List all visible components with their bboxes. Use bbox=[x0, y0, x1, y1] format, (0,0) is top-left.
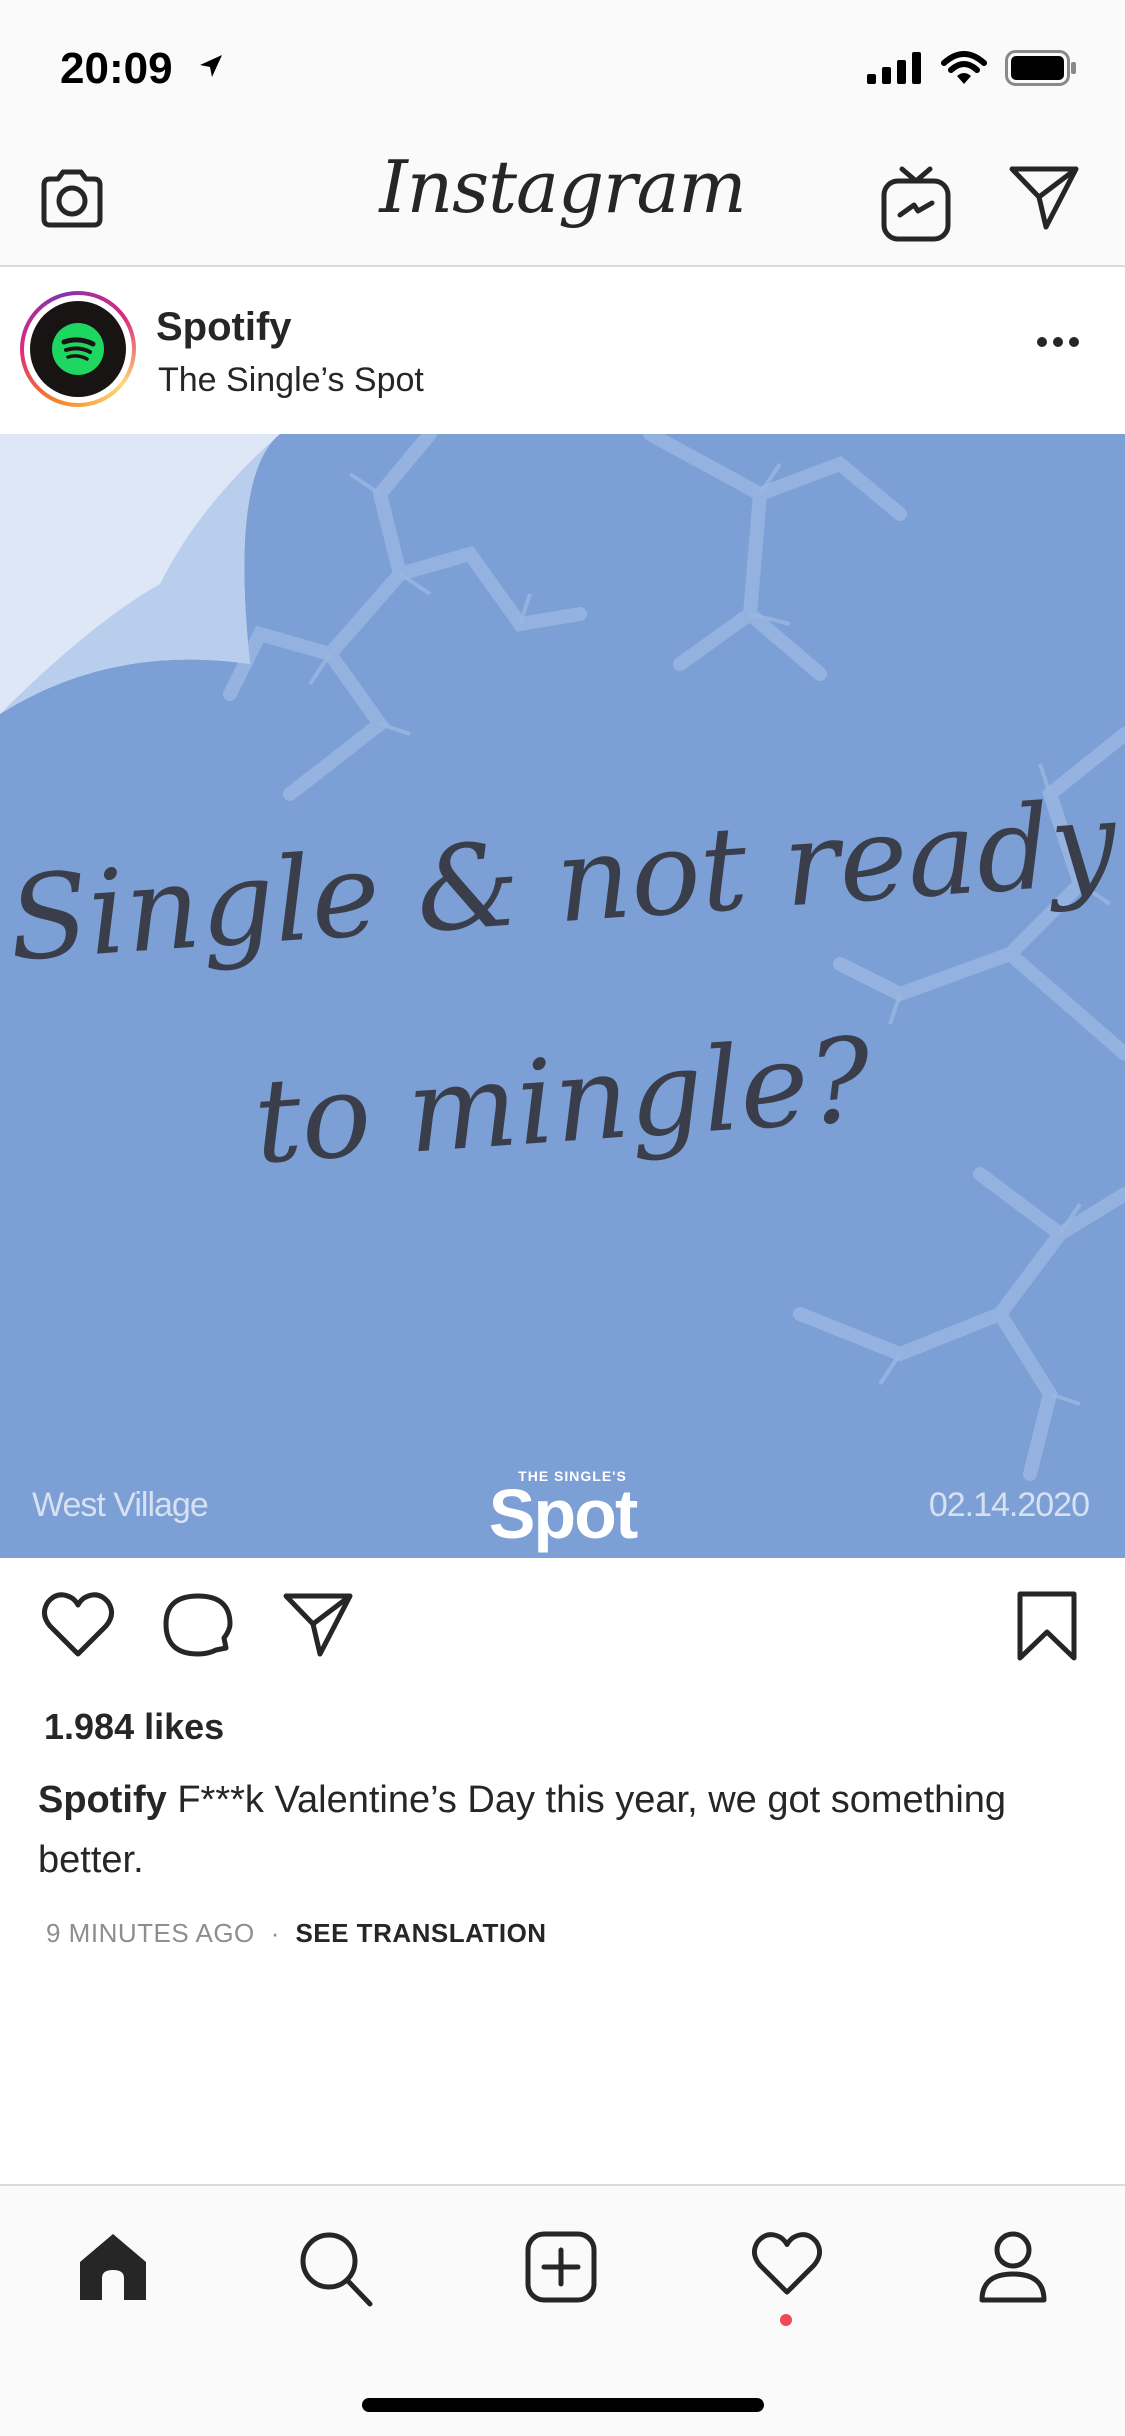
see-translation-link[interactable]: SEE TRANSLATION bbox=[295, 1918, 546, 1949]
instagram-logo: Instagram bbox=[379, 145, 746, 229]
time-ago: 9 MINUTES AGO bbox=[46, 1918, 255, 1948]
share-paper-plane-icon[interactable] bbox=[282, 1590, 354, 1660]
image-date-text: 02.14.2020 bbox=[928, 1486, 1090, 1524]
status-time: 20:09 bbox=[60, 44, 173, 93]
cellular-signal-icon bbox=[867, 52, 921, 84]
bottom-tab-bar bbox=[0, 2184, 1125, 2436]
post-action-bar bbox=[0, 1558, 1125, 1698]
spotify-logo-icon bbox=[52, 323, 104, 375]
bookmark-icon[interactable] bbox=[1016, 1590, 1078, 1662]
direct-message-icon[interactable] bbox=[1006, 159, 1082, 235]
home-indicator[interactable] bbox=[362, 2398, 764, 2412]
avatar bbox=[30, 301, 126, 397]
status-indicators bbox=[867, 50, 1077, 86]
comment-icon[interactable] bbox=[162, 1590, 234, 1662]
status-bar: 20:09 bbox=[0, 0, 1125, 135]
branch-pattern-decoration bbox=[0, 434, 1125, 1481]
top-navigation-bar: Instagram bbox=[0, 135, 1125, 267]
plus-square-icon[interactable] bbox=[524, 2230, 598, 2304]
post-meta: 9 MINUTES AGO · SEE TRANSLATION bbox=[46, 1918, 547, 1949]
wifi-icon bbox=[941, 51, 987, 84]
more-dots-icon[interactable] bbox=[1036, 335, 1080, 349]
caption-text: F***k Valentine’s Day this year, we got … bbox=[38, 1779, 1007, 1881]
post-username[interactable]: Spotify bbox=[156, 305, 292, 350]
post-header: Spotify The Single’s Spot bbox=[0, 269, 1125, 434]
heart-icon[interactable] bbox=[40, 1590, 116, 1660]
igtv-icon[interactable] bbox=[878, 153, 954, 249]
location-arrow-icon bbox=[200, 55, 222, 77]
post-image[interactable]: Single & not ready to mingle? West Villa… bbox=[0, 434, 1125, 1558]
like-count[interactable]: 1.984 likes bbox=[44, 1706, 224, 1748]
battery-icon bbox=[1005, 50, 1076, 86]
profile-icon[interactable] bbox=[978, 2230, 1048, 2304]
meta-separator: · bbox=[270, 1918, 280, 1948]
activity-heart-icon[interactable] bbox=[750, 2230, 824, 2298]
activity-notification-dot bbox=[780, 2314, 792, 2326]
caption-username[interactable]: Spotify bbox=[38, 1779, 167, 1821]
home-icon[interactable] bbox=[76, 2230, 150, 2304]
search-icon[interactable] bbox=[298, 2230, 374, 2308]
post-caption: Spotify F***k Valentine’s Day this year,… bbox=[38, 1770, 1058, 1890]
brand-big-text: Spot bbox=[488, 1475, 639, 1553]
avatar-story-ring[interactable] bbox=[20, 291, 136, 407]
post-location[interactable]: The Single’s Spot bbox=[158, 361, 424, 400]
